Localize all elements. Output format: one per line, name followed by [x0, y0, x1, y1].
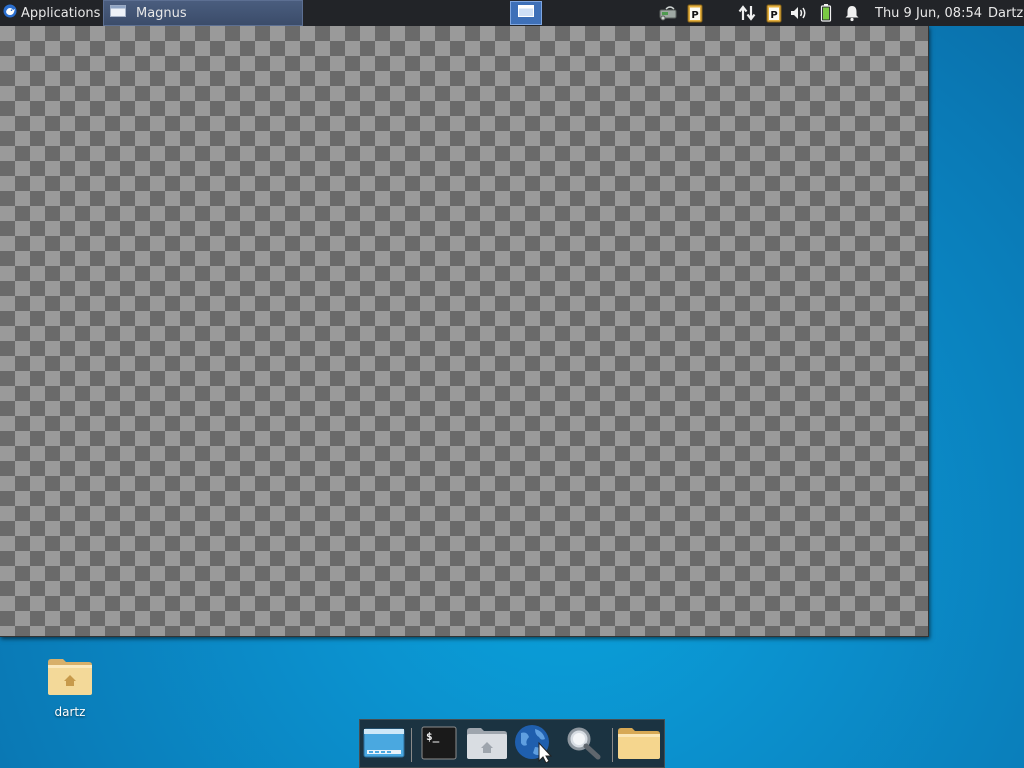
dock-item-terminal[interactable]: $_ — [417, 725, 461, 765]
applications-menu-button[interactable]: Applications ⋮ — [0, 0, 113, 26]
desktop: Applications ⋮ Magnus — [0, 0, 1024, 768]
web-browser-icon — [513, 723, 555, 767]
dock-separator — [411, 728, 412, 762]
dock-item-search[interactable] — [562, 725, 606, 765]
dock-item-folder[interactable] — [617, 725, 661, 765]
notification-bell-icon[interactable] — [842, 0, 862, 26]
taskbar-button-magnus[interactable]: Magnus — [103, 0, 303, 26]
dock: $_ — [359, 719, 665, 768]
user-menu[interactable]: Dartz — [988, 0, 1023, 26]
battery-icon[interactable] — [816, 0, 836, 26]
svg-text:$_: $_ — [426, 730, 440, 743]
dock-separator — [612, 728, 613, 762]
folder-icon — [617, 726, 661, 764]
clipboard-parcellite-icon[interactable]: P — [685, 0, 705, 26]
home-folder-icon — [47, 659, 93, 699]
show-desktop-icon — [363, 726, 405, 764]
desktop-icon-home[interactable]: dartz — [40, 656, 100, 719]
xfce-logo-icon — [3, 4, 17, 22]
home-folder-icon — [466, 726, 508, 764]
network-removable-icon[interactable] — [658, 0, 678, 26]
dock-item-show-desktop[interactable] — [362, 725, 406, 765]
magnus-magnifier-window[interactable] — [0, 26, 929, 637]
panel-clock[interactable]: Thu 9 Jun, 08:54 — [875, 0, 982, 26]
dock-item-web-browser[interactable] — [512, 725, 556, 765]
svg-text:P: P — [770, 10, 777, 21]
workspace-switcher[interactable] — [510, 1, 542, 25]
top-panel: Applications ⋮ Magnus — [0, 0, 1024, 26]
search-icon — [564, 725, 604, 765]
dock-item-home[interactable] — [465, 725, 509, 765]
network-transfer-icon[interactable] — [737, 0, 757, 26]
taskbar-button-label: Magnus — [136, 5, 187, 21]
volume-icon[interactable] — [789, 0, 809, 26]
svg-text:P: P — [691, 10, 698, 21]
clipboard-parcellite-icon[interactable]: P — [764, 0, 784, 26]
workspace-window-icon — [517, 4, 535, 22]
window-icon — [110, 4, 126, 22]
terminal-icon: $_ — [421, 726, 457, 764]
desktop-icon-label: dartz — [54, 705, 86, 719]
applications-label: Applications — [21, 5, 101, 21]
